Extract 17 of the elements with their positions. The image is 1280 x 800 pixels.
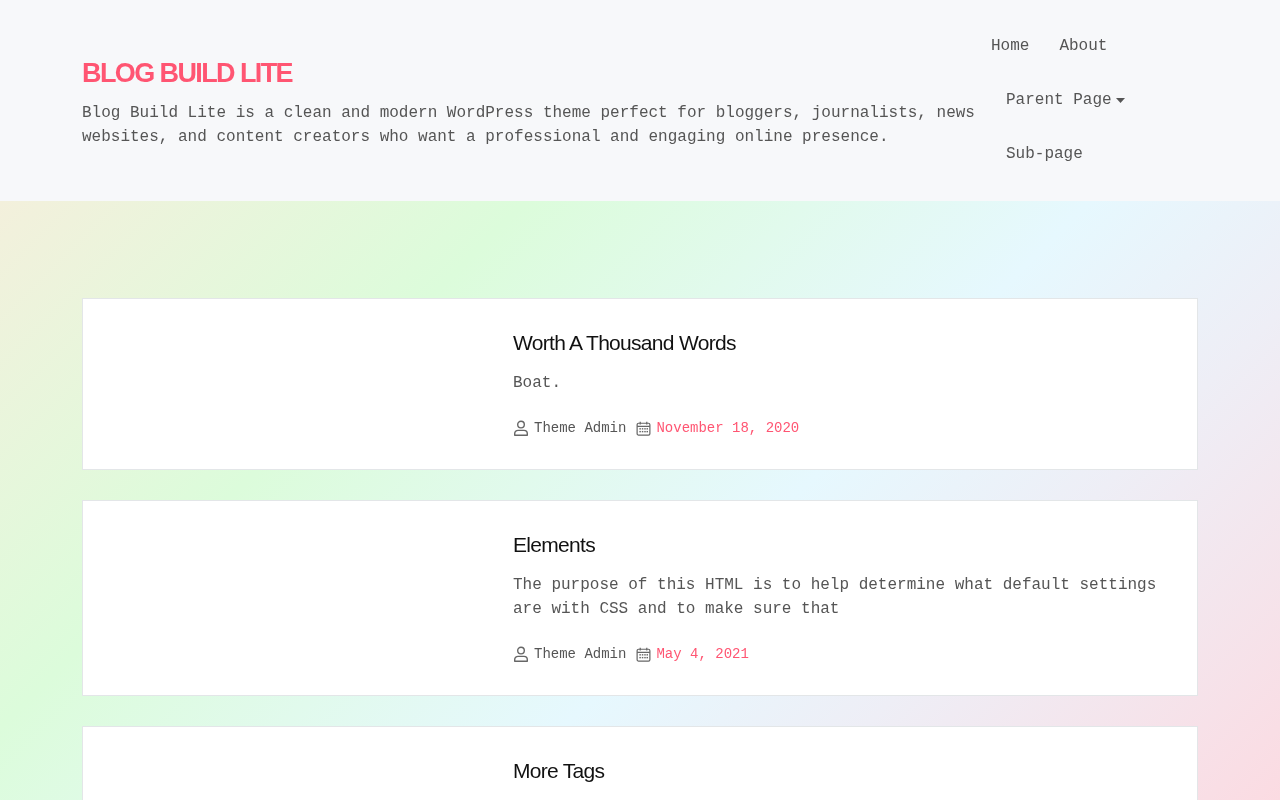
nav-link[interactable]: Parent Page	[991, 73, 1140, 127]
author-link[interactable]: Theme Admin	[534, 644, 627, 664]
user-icon	[513, 646, 529, 662]
user-icon	[513, 420, 529, 436]
nav-link[interactable]: Home	[976, 19, 1045, 73]
calendar-icon	[636, 420, 652, 436]
nav-link[interactable]: Sub-page	[991, 127, 1098, 181]
post-excerpt: The purpose of this HTML is to help determine what default settings are with CSS and to make sure that	[513, 575, 1158, 620]
post-excerpt: Boat.	[513, 373, 562, 394]
post-title[interactable]: Worth A Thousand Words	[513, 328, 736, 358]
calendar-icon	[636, 646, 652, 662]
author-link[interactable]: Theme Admin	[534, 418, 627, 438]
caret-icon	[1115, 97, 1125, 103]
post-title[interactable]: Elements	[513, 530, 595, 560]
post-title[interactable]: More Tags	[513, 756, 605, 786]
site-description: Blog Build Lite is a clean and modern WordPress theme perfect for bloggers, journalists, news websites, and content creators who want a professional and engaging online presence.	[82, 103, 976, 148]
nav-link[interactable]: About	[1044, 19, 1123, 73]
